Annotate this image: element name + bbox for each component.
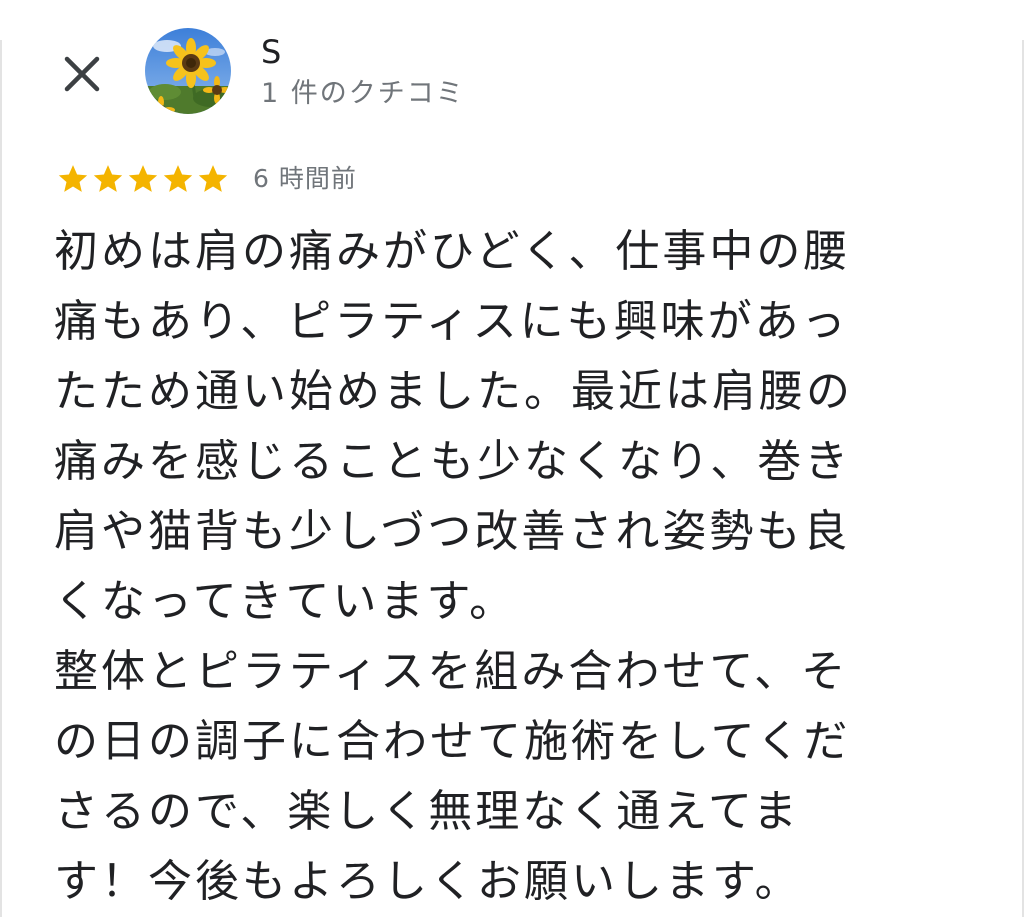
- reviewer-name[interactable]: S: [261, 32, 281, 72]
- star-rating: [56, 162, 231, 196]
- panel-left-edge: [0, 40, 2, 917]
- avatar[interactable]: [145, 28, 231, 114]
- star-icon: [198, 165, 228, 192]
- review-time: 6 時間前: [253, 164, 357, 193]
- review-detail-page: S 1 件のクチコミ 6 時間前 初めは肩の痛みがひどく、仕事中の腰 痛もあり、…: [0, 0, 1024, 917]
- close-icon: [64, 56, 100, 92]
- close-button[interactable]: [56, 48, 108, 100]
- sunflower-avatar-icon: [145, 28, 231, 114]
- star-icon: [128, 165, 158, 192]
- review-text: 初めは肩の痛みがひどく、仕事中の腰 痛もあり、ピラティスにも興味があっ たため通…: [54, 226, 853, 907]
- star-icon: [93, 165, 123, 192]
- rating-row: 6 時間前: [56, 160, 357, 198]
- star-icon: [163, 165, 193, 192]
- review-count: 1 件のクチコミ: [261, 78, 465, 109]
- star-icon: [58, 165, 88, 192]
